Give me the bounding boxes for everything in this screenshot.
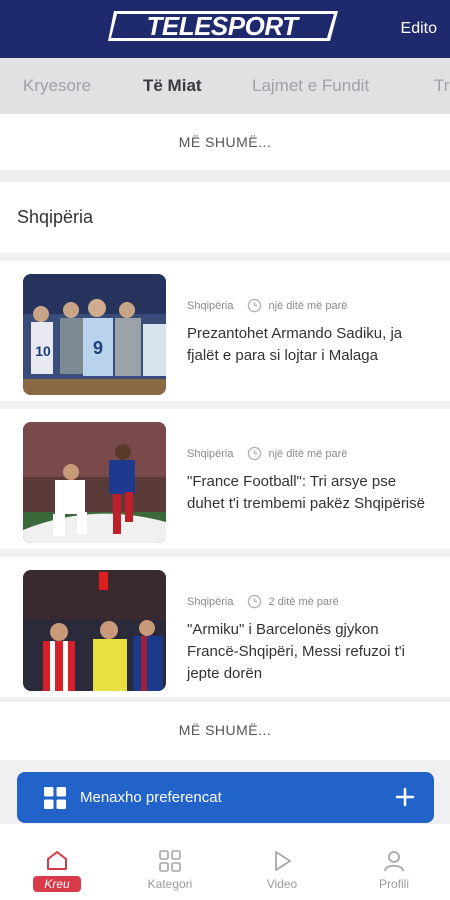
clock-icon [248, 446, 262, 461]
home-icon [47, 851, 67, 870]
article-card-1[interactable]: 9 10 Shqipëria një ditë më parë Prezanto… [0, 261, 450, 401]
nav-label-video: Video [266, 877, 298, 891]
article-category[interactable]: Shqipëria [187, 596, 233, 608]
divider [0, 401, 450, 409]
article-meta: Shqipëria 2 ditë më parë [187, 594, 339, 609]
manage-preferences-button[interactable]: Menaxho preferencat [17, 772, 434, 823]
article-meta: Shqipëria një ditë më parë [187, 298, 347, 313]
nav-label-categories: Kategori [147, 877, 193, 891]
nav-item-video[interactable]: Video [242, 824, 322, 900]
clock-icon [248, 298, 262, 313]
article-image-1[interactable]: 9 10 [23, 274, 166, 395]
grid-icon [44, 787, 66, 809]
article-card-2[interactable]: Shqipëria një ditë më parë "France Footb… [0, 409, 450, 549]
article-card-3[interactable]: Shqipëria 2 ditë më parë "Armiku" i Barc… [0, 557, 450, 697]
nav-label-home: Kreu [33, 876, 81, 892]
article-headline[interactable]: "Armiku" i Barcelonës gjykon Francë-Shqi… [187, 619, 432, 685]
article-category[interactable]: Shqipëria [187, 300, 233, 312]
tab-partial[interactable]: Tr [434, 76, 449, 96]
tab-lajmet-e-fundit[interactable]: Lajmet e Fundit [252, 76, 369, 96]
play-icon [275, 851, 291, 871]
article-time: një ditë më parë [268, 447, 348, 460]
section-title: Shqipëria [17, 207, 94, 227]
svg-text:10: 10 [35, 343, 51, 359]
more-button-bottom[interactable]: MË SHUMË... [0, 702, 450, 758]
manage-preferences-label: Menaxho preferencat [80, 789, 222, 806]
article-image-2[interactable] [23, 422, 166, 543]
divider [0, 549, 450, 557]
tab-kryesore[interactable]: Kryesore [23, 76, 91, 96]
tab-te-miat[interactable]: Të Miat [143, 76, 202, 96]
nav-label-profile: Profili [378, 877, 409, 891]
article-headline[interactable]: Prezantohet Armando Sadiku, ja fjalët e … [187, 323, 432, 367]
edito-link[interactable]: Edito [401, 20, 437, 38]
bottom-navigation: Kreu Kategori Video Profili [0, 824, 450, 900]
article-meta: Shqipëria një ditë më parë [187, 446, 347, 461]
nav-item-home[interactable]: Kreu [17, 824, 97, 900]
article-image-3[interactable] [23, 570, 166, 691]
more-button-top[interactable]: MË SHUMË... [0, 114, 450, 170]
logo-text: TELESPORT [146, 11, 300, 41]
telesport-logo[interactable]: TELESPORT [108, 10, 338, 42]
clock-icon [248, 594, 262, 609]
category-tabs: Kryesore Të Miat Lajmet e Fundit Tr [0, 58, 450, 114]
grid-icon [159, 850, 181, 872]
top-bar: TELESPORT Edito [0, 0, 450, 58]
article-category[interactable]: Shqipëria [187, 448, 233, 460]
plus-icon[interactable] [395, 785, 415, 809]
nav-item-categories[interactable]: Kategori [130, 824, 210, 900]
divider [0, 253, 450, 261]
article-time: 2 ditë më parë [268, 595, 339, 608]
nav-item-profile[interactable]: Profili [354, 824, 434, 900]
article-headline[interactable]: "France Football": Tri arsye pse duhet t… [187, 471, 432, 515]
svg-text:9: 9 [93, 338, 103, 358]
profile-icon [384, 851, 404, 872]
article-time: një ditë më parë [268, 299, 348, 312]
